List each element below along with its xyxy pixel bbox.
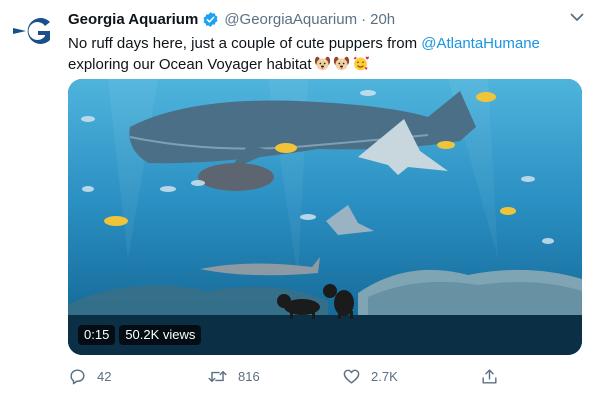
tweet-text-line-1: No ruff days here, just a couple of cute… bbox=[68, 33, 588, 54]
dog-face-icon bbox=[314, 56, 330, 70]
retweet-button[interactable]: 816 bbox=[207, 365, 260, 387]
tweet-header: Georgia Aquarium @GeorgiaAquarium · 20h bbox=[68, 9, 395, 29]
share-button[interactable] bbox=[480, 365, 499, 387]
georgia-aquarium-logo-icon bbox=[13, 18, 50, 44]
author-name[interactable]: Georgia Aquarium bbox=[68, 11, 198, 28]
mention-link[interactable]: @AtlantaHumane bbox=[421, 35, 540, 52]
video-player[interactable]: 0:15 50.2K views bbox=[68, 79, 582, 355]
video-time: 0:15 bbox=[78, 325, 116, 345]
retweet-count: 816 bbox=[238, 368, 260, 384]
tweet-text-part-1: No ruff days here, just a couple of cute… bbox=[68, 35, 422, 52]
chevron-down-icon bbox=[570, 13, 584, 21]
video-views: 50.2K views bbox=[119, 325, 202, 345]
author-avatar[interactable] bbox=[10, 8, 56, 54]
verified-badge-icon bbox=[202, 11, 219, 28]
tweet-timestamp[interactable]: 20h bbox=[370, 11, 395, 28]
tweet-text-part-2: exploring our Ocean Voyager habitat bbox=[68, 56, 312, 73]
tweet: Georgia Aquarium @GeorgiaAquarium · 20h … bbox=[0, 0, 600, 400]
author-handle[interactable]: @GeorgiaAquarium bbox=[224, 11, 357, 28]
like-count: 2.7K bbox=[371, 368, 398, 384]
tweet-text: No ruff days here, just a couple of cute… bbox=[68, 33, 588, 75]
tweet-text-line-2: exploring our Ocean Voyager habitat bbox=[68, 54, 588, 75]
tweet-actions: 42 816 2.7K bbox=[68, 365, 508, 387]
grouper-fish bbox=[198, 163, 274, 191]
tweet-menu-button[interactable] bbox=[568, 10, 586, 24]
reply-button[interactable]: 42 bbox=[68, 365, 111, 387]
reply-icon bbox=[70, 368, 85, 384]
like-button[interactable]: 2.7K bbox=[342, 365, 398, 387]
heart-icon bbox=[343, 369, 360, 384]
retweet-icon bbox=[208, 370, 227, 382]
emoji-group bbox=[314, 55, 369, 72]
smiling-face-with-hearts-icon bbox=[353, 56, 369, 70]
share-icon bbox=[482, 368, 497, 384]
video-info: 0:15 50.2K views bbox=[78, 325, 202, 345]
separator-dot: · bbox=[361, 10, 367, 28]
aquarium-video-frame bbox=[68, 79, 582, 355]
dog-face-icon bbox=[333, 56, 349, 70]
reply-count: 42 bbox=[97, 368, 112, 384]
